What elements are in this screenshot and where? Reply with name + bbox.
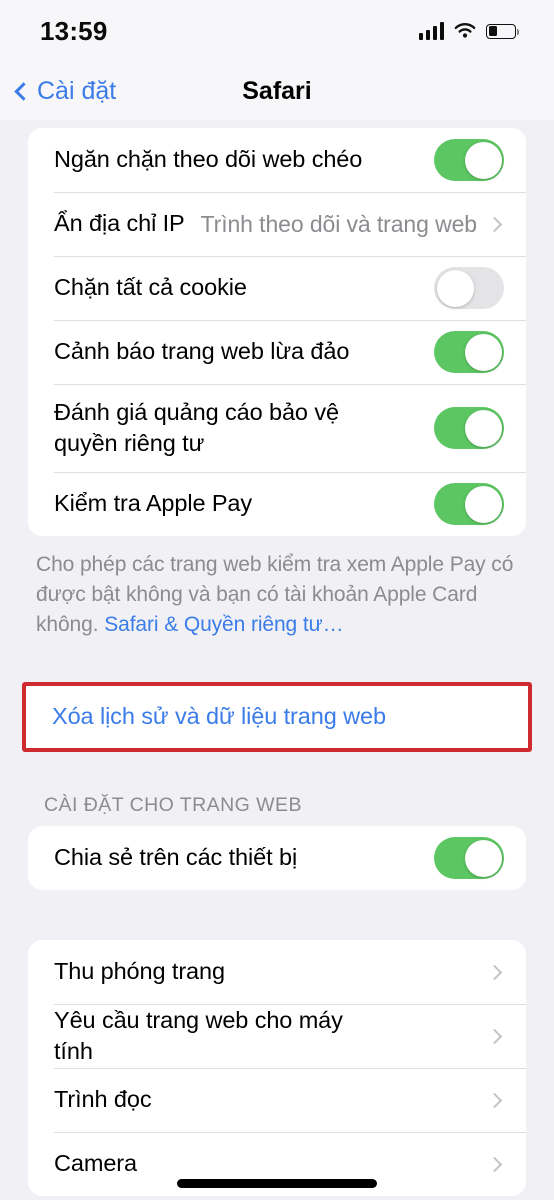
section-header-website-settings: CÀI ĐẶT CHO TRANG WEB [44, 794, 302, 816]
row-label: Camera [54, 1150, 137, 1177]
privacy-settings-group: Ngăn chặn theo dõi web chéo Ẩn địa chỉ I… [28, 128, 526, 536]
row-request-desktop-website[interactable]: Yêu cầu trang web cho máy tính [28, 1004, 526, 1068]
back-button-label: Cài đặt [37, 76, 117, 105]
page-options-group: Thu phóng trang Yêu cầu trang web cho má… [28, 940, 526, 1196]
row-value-hide-ip-address: Trình theo dõi và trang web [200, 210, 478, 237]
website-settings-group: Chia sẻ trên các thiết bị [28, 826, 526, 890]
cellular-bars-icon [418, 22, 444, 40]
wifi-icon [454, 23, 476, 38]
row-label: Thu phóng trang [54, 958, 225, 985]
row-hide-ip-address[interactable]: Ẩn địa chỉ IP Trình theo dõi và trang we… [28, 192, 526, 256]
chevron-right-icon [486, 1092, 503, 1108]
row-label: Trình đọc [54, 1086, 152, 1113]
chevron-right-icon [486, 216, 503, 232]
status-bar-indicators [418, 22, 520, 40]
chevron-right-icon [486, 1028, 503, 1044]
row-label: Ngăn chặn theo dõi web chéo [54, 146, 363, 173]
toggle-check-for-apple-pay[interactable] [434, 483, 504, 525]
row-check-for-apple-pay[interactable]: Kiểm tra Apple Pay [28, 472, 526, 536]
toggle-share-across-devices[interactable] [434, 837, 504, 879]
toggle-block-all-cookies[interactable] [434, 267, 504, 309]
row-share-across-devices[interactable]: Chia sẻ trên các thiết bị [28, 826, 526, 890]
row-block-all-cookies[interactable]: Chặn tất cả cookie [28, 256, 526, 320]
status-bar-time: 13:59 [40, 15, 108, 46]
settings-scroll-view[interactable]: Ngăn chặn theo dõi web chéo Ẩn địa chỉ I… [0, 120, 554, 1200]
chevron-right-icon [486, 964, 503, 980]
row-page-zoom[interactable]: Thu phóng trang [28, 940, 526, 1004]
toggle-privacy-preserving-ad-measurement[interactable] [434, 407, 504, 449]
toggle-cross-site-tracking[interactable] [434, 139, 504, 181]
home-indicator [177, 1179, 377, 1188]
row-label: Yêu cầu trang web cho máy tính [54, 1006, 343, 1064]
row-label: Đánh giá quảng cáo bảo vệ quyền riêng tư [54, 398, 339, 456]
back-button[interactable]: Cài đặt [0, 77, 116, 106]
privacy-group-footer: Cho phép các trang web kiểm tra xem Appl… [36, 550, 518, 641]
row-label: Chia sẻ trên các thiết bị [54, 844, 298, 871]
row-cross-site-tracking[interactable]: Ngăn chặn theo dõi web chéo [28, 128, 526, 192]
row-label: Xóa lịch sử và dữ liệu trang web [52, 703, 386, 730]
toggle-fraudulent-website-warning[interactable] [434, 331, 504, 373]
row-label: Chặn tất cả cookie [54, 274, 247, 301]
status-bar: 13:59 [0, 0, 554, 62]
row-fraudulent-website-warning[interactable]: Cảnh báo trang web lừa đảo [28, 320, 526, 384]
safari-privacy-link[interactable]: Safari & Quyền riêng tư… [104, 613, 343, 636]
chevron-left-icon [14, 82, 33, 101]
row-label: Kiểm tra Apple Pay [54, 490, 253, 517]
row-label: Cảnh báo trang web lừa đảo [54, 338, 350, 365]
row-privacy-preserving-ad-measurement[interactable]: Đánh giá quảng cáo bảo vệ quyền riêng tư [28, 384, 526, 472]
row-reader[interactable]: Trình đọc [28, 1068, 526, 1132]
row-label: Ẩn địa chỉ IP [54, 210, 185, 237]
battery-icon [486, 23, 520, 39]
chevron-right-icon [486, 1156, 503, 1172]
iphone-screen: 13:59 Cài đặt Safari Ngăn chặn theo dõi … [0, 0, 554, 1200]
row-clear-history-and-website-data[interactable]: Xóa lịch sử và dữ liệu trang web [26, 686, 528, 748]
clear-history-highlight: Xóa lịch sử và dữ liệu trang web [22, 682, 532, 752]
navigation-bar: Cài đặt Safari [0, 62, 554, 120]
